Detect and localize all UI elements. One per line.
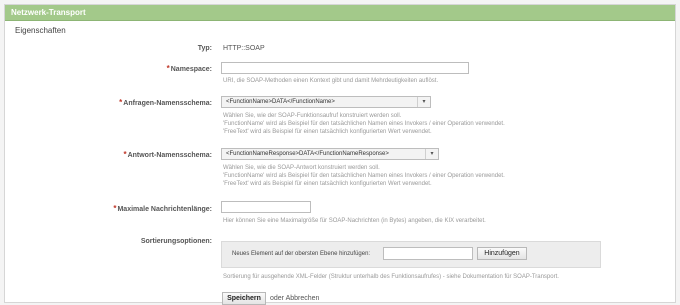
chevron-down-icon: ▾ [417, 97, 430, 107]
namespace-label: *Namespace: [167, 64, 212, 73]
section-header: Netzwerk-Transport [5, 5, 675, 21]
add-element-input[interactable] [383, 247, 473, 260]
namespace-input[interactable] [221, 62, 469, 74]
sort-options-label: Sortierungsoptionen: [140, 238, 212, 245]
max-length-input[interactable] [221, 201, 311, 213]
response-scheme-selected: <FunctionNameResponse>DATA</FunctionName… [226, 151, 389, 157]
required-mark: * [113, 204, 117, 213]
response-scheme-help-1: Wählen Sie, wie die SOAP-Antwort konstru… [223, 165, 380, 171]
request-scheme-help-2: 'FunctionName' wird als Beispiel für den… [223, 121, 505, 127]
namespace-help: URI, die SOAP-Methoden einen Kontext gib… [223, 78, 439, 84]
request-scheme-help-1: Wählen Sie, wie der SOAP-Funktionsaufruf… [223, 113, 402, 119]
response-scheme-select[interactable]: <FunctionNameResponse>DATA</FunctionName… [221, 148, 439, 160]
namespace-label-text: Namespace: [170, 66, 212, 73]
max-length-help: Hier können Sie eine Maximalgröße für SO… [223, 218, 486, 224]
response-scheme-help-2: 'FunctionName' wird als Beispiel für den… [223, 173, 505, 179]
or-cancel: oder Abbrechen [270, 295, 319, 302]
type-label: Typ: [197, 45, 212, 52]
or-text: oder [270, 295, 285, 302]
request-scheme-label: *Anfragen-Namensschema: [119, 98, 212, 107]
request-scheme-help-3: 'FreeText' wird als Beispiel für einen t… [223, 129, 432, 135]
network-transport-panel: Netzwerk-Transport Eigenschaften Typ: HT… [4, 4, 676, 305]
required-mark: * [166, 64, 170, 73]
response-scheme-label: *Antwort-Namensschema: [123, 150, 212, 159]
request-scheme-label-text: Anfragen-Namensschema: [123, 100, 212, 107]
sort-options-box: Neues Element auf der obersten Ebene hin… [221, 241, 601, 268]
cancel-link[interactable]: Abbrechen [286, 295, 320, 302]
add-element-label: Neues Element auf der obersten Ebene hin… [232, 251, 371, 257]
max-length-label: *Maximale Nachrichtenlänge: [113, 204, 212, 213]
required-mark: * [123, 150, 127, 159]
chevron-down-icon: ▾ [425, 149, 438, 159]
sort-options-help: Sortierung für ausgehende XML-Felder (St… [223, 274, 559, 280]
save-button[interactable]: Speichern [222, 292, 266, 305]
add-button[interactable]: Hinzufügen [477, 247, 527, 260]
response-scheme-label-text: Antwort-Namensschema: [127, 152, 212, 159]
type-value: HTTP::SOAP [223, 45, 265, 52]
response-scheme-help-3: 'FreeText' wird als Beispiel für einen t… [223, 181, 432, 187]
request-scheme-selected: <FunctionName>DATA</FunctionName> [226, 99, 335, 105]
request-scheme-select[interactable]: <FunctionName>DATA</FunctionName> ▾ [221, 96, 431, 108]
max-length-label-text: Maximale Nachrichtenlänge: [117, 206, 212, 213]
properties-subheader: Eigenschaften [15, 26, 66, 35]
required-mark: * [119, 98, 123, 107]
